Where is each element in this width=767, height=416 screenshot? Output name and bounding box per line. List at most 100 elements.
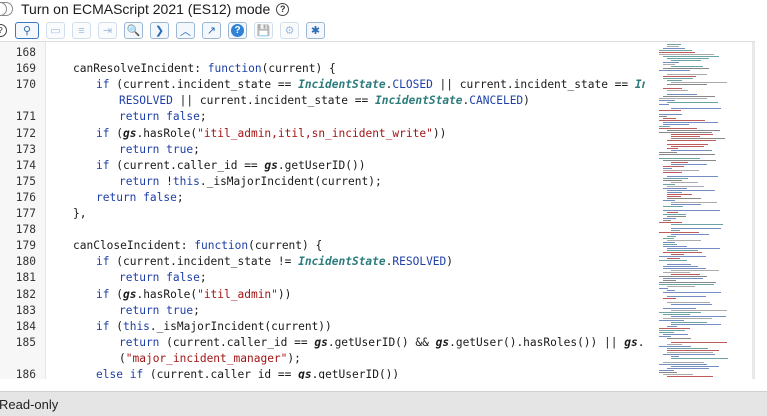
code-text: return false; (96, 190, 184, 204)
code-text: }, (73, 207, 87, 220)
minimap-line (671, 136, 700, 137)
minimap-line (663, 178, 689, 179)
minimap-line (663, 214, 687, 215)
minimap-line (667, 102, 719, 103)
minimap-line (667, 258, 681, 259)
line-number: 177 (15, 207, 36, 220)
line-number: 174 (15, 158, 36, 172)
uncomment-button[interactable]: ≡ (72, 22, 91, 39)
minimap-line (671, 342, 727, 343)
minimap-line (659, 132, 712, 133)
minimap-line (659, 116, 668, 117)
line-number: 185 (15, 335, 36, 349)
minimap-line (663, 218, 676, 219)
code-text: if (current.incident_state == IncidentSt… (96, 78, 729, 92)
code-text: RESOLVED || current.incident_state == In… (119, 94, 530, 108)
help-icon[interactable]: ? (276, 2, 290, 16)
minimap-line (663, 278, 703, 279)
vertical-scrollbar[interactable] (752, 42, 755, 379)
minimap-line (659, 100, 675, 101)
script-debugger-button[interactable]: ✱ (306, 22, 325, 39)
line-number: 182 (15, 287, 36, 301)
es12-toggle-switch[interactable] (0, 2, 13, 16)
expand-button[interactable]: ︿ (176, 22, 195, 39)
indent-button[interactable]: ⇥ (98, 22, 117, 39)
minimap-line (659, 128, 698, 129)
minimap-line (667, 194, 692, 195)
minimap-line (663, 76, 696, 77)
minimap-line (663, 168, 673, 169)
minimap-line (667, 344, 683, 345)
minimap-line (663, 64, 675, 65)
minimap-line (671, 324, 721, 325)
minimap-line (663, 314, 691, 315)
minimap-line (663, 268, 707, 269)
minimap-line (663, 210, 720, 211)
minimap-line (663, 246, 687, 247)
minimap-line (667, 198, 702, 199)
search-button[interactable]: 🔍 (124, 22, 143, 39)
minimap-line (663, 56, 719, 57)
minimap-line (671, 230, 680, 231)
minimap-line (667, 326, 678, 327)
minimap-line (667, 130, 721, 131)
minimap-line (667, 216, 686, 217)
minimap-line (659, 260, 687, 261)
minimap-line (667, 240, 702, 241)
minimap-line (667, 338, 692, 339)
code-text: canResolveIncident: function(current) { (73, 62, 336, 76)
code-text: return false; (119, 110, 207, 124)
code-editor[interactable]: 168 169 canResolveIncident: function(curre… (0, 41, 755, 379)
collapse-button[interactable]: ❯ (150, 22, 169, 39)
minimap-line (667, 296, 706, 297)
minimap-line (663, 124, 689, 125)
minimap-line (671, 108, 722, 109)
minimap-line (671, 322, 708, 323)
minimap-line (671, 224, 723, 225)
minimap-line (671, 254, 685, 255)
minimap-line (667, 250, 699, 251)
minimap-line (663, 272, 691, 273)
minimap-line (667, 148, 678, 149)
minimap-line (663, 172, 683, 173)
minimap-line (663, 88, 682, 89)
minimap-line (659, 98, 707, 99)
help-button[interactable]: ? (228, 22, 247, 39)
minimap-line (663, 188, 688, 189)
comment-button[interactable]: ▭ (46, 22, 65, 39)
minimap-line (671, 234, 709, 235)
minimap-line (659, 320, 685, 321)
line-number: 180 (15, 255, 36, 269)
line-number: 183 (15, 303, 36, 317)
minimap-line (663, 298, 676, 299)
code-minimap[interactable] (645, 42, 753, 379)
minimap-line (663, 242, 676, 243)
minimap-line (671, 134, 713, 135)
minimap-line (659, 114, 682, 115)
minimap-line (659, 50, 692, 51)
save-button[interactable]: 💾 (254, 22, 273, 39)
minimap-line (671, 274, 700, 275)
minimap-line (667, 58, 709, 59)
minimap-line (659, 332, 675, 333)
fullscreen-button[interactable]: ↗ (202, 22, 221, 39)
minimap-line (667, 186, 705, 187)
code-text: if (gs.hasRole("itil_admin,itil,sn_incid… (96, 126, 447, 140)
search-icon: 🔍 (126, 25, 141, 37)
minimap-line (659, 110, 681, 111)
minimap-line (667, 44, 681, 45)
minimap-line (659, 312, 701, 313)
minimap-line (663, 362, 705, 363)
line-number: 176 (15, 190, 36, 204)
minimap-line (667, 74, 708, 75)
minimap-line (663, 244, 677, 245)
format-code-button[interactable]: ⚲ (15, 22, 39, 39)
line-number: 181 (15, 271, 36, 285)
minimap-line (659, 276, 707, 277)
minimap-line (663, 318, 713, 319)
minimap-line (659, 328, 691, 329)
info-icon[interactable]: ? (0, 24, 7, 37)
minimap-line (667, 190, 715, 191)
debug-button[interactable]: ⚙ (280, 22, 299, 39)
minimap-line (667, 236, 676, 237)
